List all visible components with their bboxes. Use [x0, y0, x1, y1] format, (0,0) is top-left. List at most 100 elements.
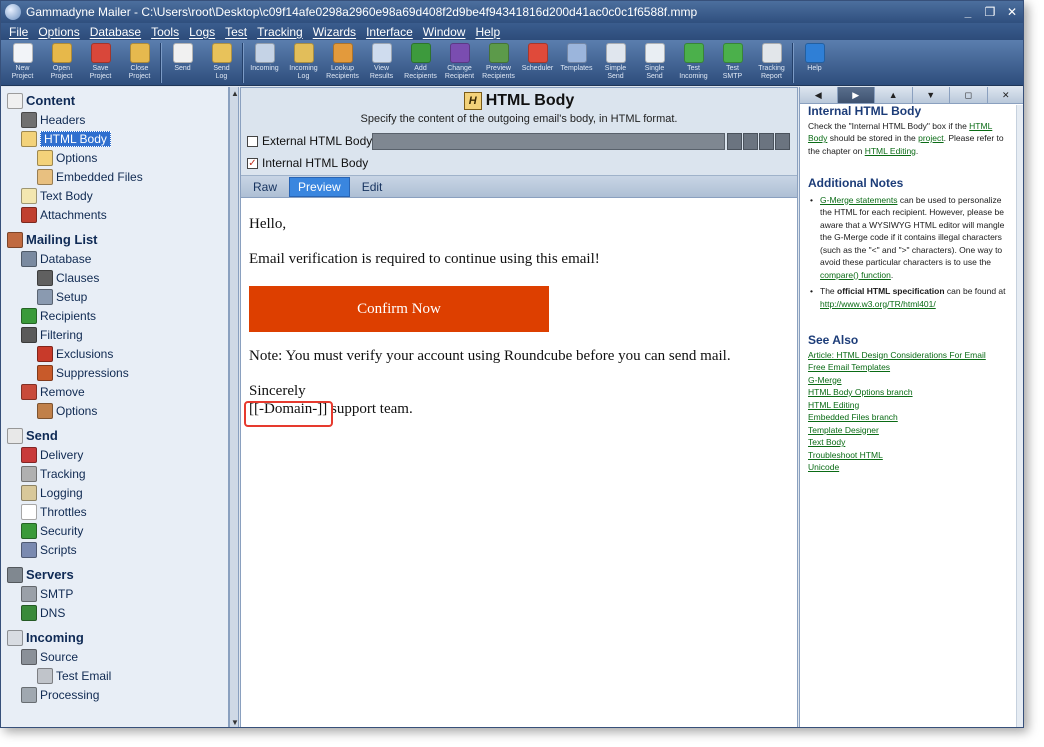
send-log-button[interactable]: Send Log	[202, 40, 241, 86]
test-smtp-button[interactable]: Test SMTP	[713, 40, 752, 86]
tools-icon[interactable]	[759, 133, 774, 150]
see-also-link[interactable]: G-Merge	[808, 375, 842, 385]
see-also-link[interactable]: Free Email Templates	[808, 362, 890, 372]
single-send-button[interactable]: Single Send	[635, 40, 674, 86]
menu-logs[interactable]: Logs	[184, 25, 220, 39]
new-project-button[interactable]: New Project	[3, 40, 42, 86]
tree-item-database[interactable]: Database	[21, 249, 91, 268]
tree-item-smtp[interactable]: SMTP	[21, 584, 73, 603]
test-incoming-button[interactable]: Test Incoming	[674, 40, 713, 86]
tree-item-remove[interactable]: Remove	[21, 382, 85, 401]
tree-item-filtering[interactable]: Filtering	[21, 325, 83, 344]
confirm-now-button[interactable]: Confirm Now	[249, 286, 549, 332]
w3-spec-link[interactable]: http://www.w3.org/TR/html401/	[820, 299, 936, 309]
help-close-button[interactable]: ✕	[988, 87, 1024, 103]
tree-item-test-email[interactable]: Test Email	[37, 666, 111, 685]
simple-send-button[interactable]: Simple Send	[596, 40, 635, 86]
menu-test[interactable]: Test	[220, 25, 252, 39]
see-also-link[interactable]: HTML Body Options branch	[808, 387, 913, 397]
help-forward-button[interactable]: ▶	[837, 87, 875, 103]
menu-options[interactable]: Options	[33, 25, 84, 39]
see-also-link[interactable]: HTML Editing	[808, 400, 859, 410]
tree-item-security[interactable]: Security	[21, 521, 83, 540]
tracking-report-button[interactable]: Tracking Report	[752, 40, 791, 86]
menu-help[interactable]: Help	[470, 25, 505, 39]
tree-item-processing[interactable]: Processing	[21, 685, 99, 704]
close-project-button[interactable]: Close Project	[120, 40, 159, 86]
tree-item-headers[interactable]: Headers	[21, 110, 85, 129]
send-button[interactable]: Send	[163, 40, 202, 86]
tree-item-scripts[interactable]: Scripts	[21, 540, 77, 559]
view-results-button[interactable]: View Results	[362, 40, 401, 86]
edit-file-icon[interactable]	[743, 133, 758, 150]
lookup-recipients-button[interactable]: Lookup Recipients	[323, 40, 362, 86]
help-down-button[interactable]: ▼	[913, 87, 950, 103]
folder-icon[interactable]	[727, 133, 742, 150]
see-also-link[interactable]: Text Body	[808, 437, 845, 447]
tree-item-mailing-list[interactable]: Mailing List	[7, 230, 98, 249]
tree-item-source[interactable]: Source	[21, 647, 78, 666]
tree-item-exclusions[interactable]: Exclusions	[37, 344, 113, 363]
menu-tracking[interactable]: Tracking	[252, 25, 308, 39]
incoming-button[interactable]: Incoming	[245, 40, 284, 86]
tree-item-clauses[interactable]: Clauses	[37, 268, 99, 287]
tab-preview[interactable]: Preview	[289, 176, 350, 197]
tree-item-setup[interactable]: Setup	[37, 287, 87, 306]
close-button[interactable]: ✕	[1001, 3, 1023, 21]
help-button[interactable]: Help	[795, 40, 834, 86]
html-editing-link[interactable]: HTML Editing	[865, 146, 916, 156]
tree-item-throttles[interactable]: Throttles	[21, 502, 87, 521]
tree-item-html-body[interactable]: HTML Body	[21, 129, 111, 148]
tree-item-options[interactable]: Options	[37, 401, 97, 420]
see-also-link[interactable]: Template Designer	[808, 425, 879, 435]
tree-item-attachments[interactable]: Attachments	[21, 205, 107, 224]
incoming-log-button[interactable]: Incoming Log	[284, 40, 323, 86]
external-html-path-input[interactable]	[372, 133, 725, 150]
g-merge-statements-link[interactable]: G-Merge statements	[820, 195, 897, 205]
scheduler-button[interactable]: Scheduler	[518, 40, 557, 86]
see-also-link[interactable]: Unicode	[808, 462, 839, 472]
change-recipient-button[interactable]: Change Recipient	[440, 40, 479, 86]
tab-edit[interactable]: Edit	[354, 178, 391, 196]
tree-item-send[interactable]: Send	[7, 426, 58, 445]
menu-database[interactable]: Database	[85, 25, 146, 39]
maximize-button[interactable]: ❐	[979, 3, 1001, 21]
help-scrollbar[interactable]	[1016, 105, 1023, 727]
tree-item-servers[interactable]: Servers	[7, 565, 74, 584]
see-also-link[interactable]: Troubleshoot HTML	[808, 450, 883, 460]
tree-item-tracking[interactable]: Tracking	[21, 464, 86, 483]
tree-item-text-body[interactable]: Text Body	[21, 186, 93, 205]
menu-tools[interactable]: Tools	[146, 25, 184, 39]
add-recipients-button[interactable]: Add Recipients	[401, 40, 440, 86]
see-also-link[interactable]: Embedded Files branch	[808, 412, 898, 422]
menu-wizards[interactable]: Wizards	[308, 25, 361, 39]
tree-item-embedded-files[interactable]: Embedded Files	[37, 167, 143, 186]
external-html-checkbox[interactable]	[247, 135, 258, 147]
preview-recipients-button[interactable]: Preview Recipients	[479, 40, 518, 86]
minimize-button[interactable]: _	[957, 3, 979, 21]
left-splitter[interactable]: ▲ ▼	[229, 87, 239, 727]
help-back-button[interactable]: ◀	[800, 87, 838, 103]
save-project-button[interactable]: Save Project	[81, 40, 120, 86]
play-icon[interactable]	[775, 133, 790, 150]
help-up-button[interactable]: ▲	[875, 87, 913, 103]
menu-interface[interactable]: Interface	[361, 25, 418, 39]
menu-window[interactable]: Window	[418, 25, 471, 39]
see-also-link[interactable]: Article: HTML Design Considerations For …	[808, 350, 986, 360]
scroll-down-icon[interactable]: ▼	[231, 718, 239, 727]
templates-button[interactable]: Templates	[557, 40, 596, 86]
tree-item-logging[interactable]: Logging	[21, 483, 83, 502]
tree-item-delivery[interactable]: Delivery	[21, 445, 83, 464]
help-restore-button[interactable]: ◻	[950, 87, 988, 103]
scroll-up-icon[interactable]: ▲	[231, 89, 239, 98]
menu-file[interactable]: File	[4, 25, 33, 39]
compare-function-link[interactable]: compare() function	[820, 270, 891, 280]
tree-item-incoming[interactable]: Incoming	[7, 628, 84, 647]
tree-item-dns[interactable]: DNS	[21, 603, 65, 622]
open-project-button[interactable]: Open Project	[42, 40, 81, 86]
tree-item-suppressions[interactable]: Suppressions	[37, 363, 129, 382]
tree-item-recipients[interactable]: Recipients	[21, 306, 96, 325]
tree-item-options[interactable]: Options	[37, 148, 97, 167]
internal-html-checkbox[interactable]: ✓	[247, 157, 258, 169]
project-link[interactable]: project	[918, 133, 944, 143]
